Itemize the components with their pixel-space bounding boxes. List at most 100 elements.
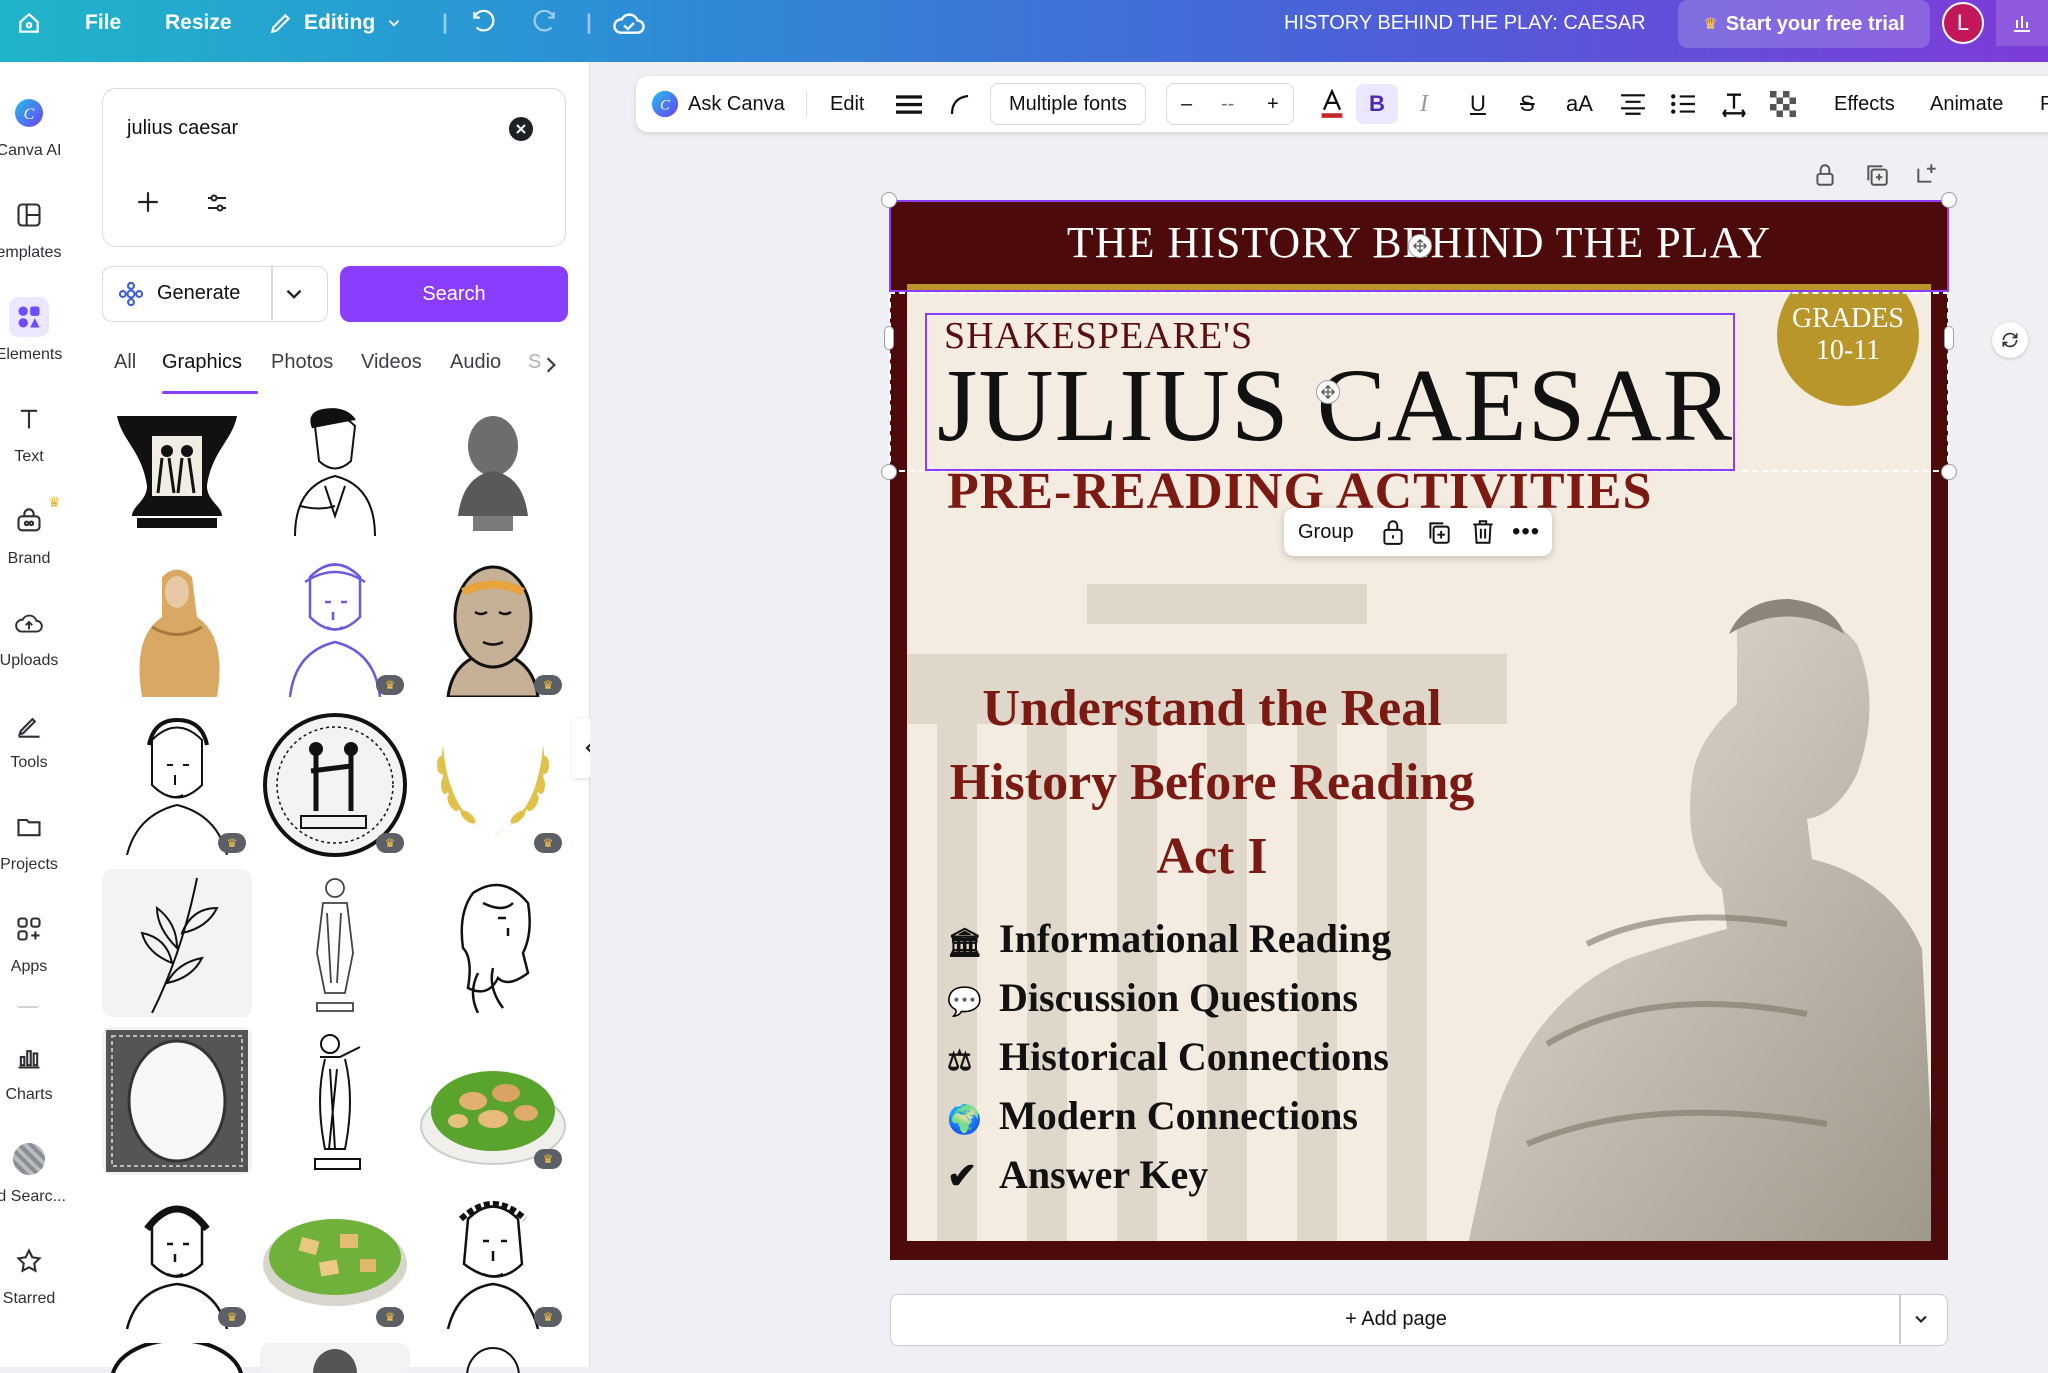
font-family-dropdown[interactable]: Multiple fonts	[990, 83, 1146, 125]
ask-canva-button[interactable]: C Ask Canva	[650, 76, 785, 132]
file-menu[interactable]: File	[85, 0, 121, 46]
graphic-head-partial[interactable]	[260, 1343, 410, 1373]
chevron-down-icon[interactable]	[1911, 1309, 1931, 1329]
rail-item-canva-ai[interactable]: C Canva AI	[0, 96, 100, 186]
document-title[interactable]: HISTORY BEHIND THE PLAY: CAESAR	[1284, 0, 1646, 46]
graphic-bald-head[interactable]: ♛	[418, 553, 568, 701]
resize-handle[interactable]	[1941, 192, 1957, 208]
increase-size-button[interactable]: +	[1267, 84, 1279, 124]
group-button[interactable]: Group	[1298, 508, 1354, 556]
analytics-icon[interactable]	[1996, 0, 2048, 46]
avatar[interactable]: L	[1942, 2, 1984, 44]
graphic-branch-sketch[interactable]	[102, 869, 252, 1017]
graphic-coin-partial[interactable]	[102, 1343, 252, 1373]
lock-icon[interactable]	[1380, 518, 1406, 546]
duplicate-page-icon[interactable]	[1864, 162, 1890, 188]
chevron-right-icon[interactable]	[544, 356, 558, 374]
clear-search-icon[interactable]	[509, 117, 533, 141]
italic-button[interactable]: I	[1420, 76, 1428, 132]
text-color-icon[interactable]	[1318, 76, 1346, 132]
resize-handle[interactable]	[881, 464, 897, 480]
rail-item-templates[interactable]: emplates	[0, 198, 100, 288]
chevron-down-icon[interactable]	[281, 281, 307, 307]
graphic-gold-laurel[interactable]: ♛	[418, 711, 568, 859]
graphic-napoleon-portrait[interactable]	[260, 397, 410, 545]
resize-button[interactable]: Resize	[165, 0, 232, 46]
underline-button[interactable]: U	[1470, 76, 1486, 132]
font-size-input[interactable]: --	[1221, 84, 1234, 124]
more-options-icon[interactable]: •••	[1512, 508, 1540, 556]
refresh-icon[interactable]	[1992, 322, 2028, 358]
free-trial-button[interactable]: ♛ Start your free trial	[1678, 0, 1930, 48]
tab-photos[interactable]: Photos	[271, 351, 333, 374]
graphic-philosopher-head[interactable]	[418, 869, 568, 1017]
graphic-orator-statue[interactable]	[260, 1027, 410, 1175]
duplicate-icon[interactable]	[1426, 518, 1452, 546]
graphic-roman-emperor-outline[interactable]: ♛	[260, 553, 410, 701]
animate-button[interactable]: Animate	[1930, 76, 2003, 132]
trash-icon[interactable]	[1470, 518, 1496, 546]
graphic-augustus-sketch[interactable]: ♛	[102, 711, 252, 859]
tab-more[interactable]: S	[528, 351, 541, 374]
graphic-bust-partial[interactable]	[418, 1343, 568, 1373]
generate-button[interactable]: Generate	[103, 267, 271, 320]
activity-list[interactable]: 🏛 Informational Reading 💬 Discussion Quest…	[947, 912, 1391, 1203]
tab-videos[interactable]: Videos	[361, 351, 422, 374]
cloud-saved-icon[interactable]	[612, 0, 646, 46]
rail-item-tools[interactable]: Tools	[0, 708, 100, 798]
lock-icon[interactable]	[1812, 162, 1838, 188]
transparency-icon[interactable]	[1770, 76, 1796, 132]
graphic-roman-portrait-woman[interactable]: ♛	[102, 1185, 252, 1333]
graphic-ornate-frame[interactable]	[102, 1027, 252, 1175]
rail-item-brand[interactable]: ♛ Brand	[0, 494, 100, 594]
rail-item-text[interactable]: Text	[0, 402, 100, 492]
graphic-statue-sketch[interactable]	[260, 869, 410, 1017]
add-page-button[interactable]: + Add page	[891, 1295, 1901, 1344]
rail-item-elements[interactable]: Elements	[0, 297, 100, 390]
decrease-size-button[interactable]: –	[1181, 84, 1192, 124]
move-icon[interactable]	[1316, 380, 1340, 404]
resize-handle[interactable]	[881, 192, 897, 208]
add-icon[interactable]	[135, 189, 161, 215]
effects-button[interactable]: Effects	[1834, 76, 1895, 132]
curve-text-icon[interactable]	[948, 76, 972, 132]
undo-icon[interactable]	[468, 0, 498, 46]
add-page-icon[interactable]	[1914, 160, 1940, 186]
tagline[interactable]: Understand the Real History Before Readi…	[917, 672, 1507, 894]
graphic-roman-woman[interactable]	[102, 553, 252, 701]
rail-item-projects[interactable]: Projects	[0, 810, 100, 900]
side-handle[interactable]	[1944, 326, 1954, 350]
bullet-list-icon[interactable]	[1670, 76, 1696, 132]
rail-item-charts[interactable]: Charts	[0, 1040, 100, 1130]
editing-mode-dropdown[interactable]: Editing	[268, 0, 403, 46]
graphic-laurel-emperor[interactable]: ♛	[418, 1185, 568, 1333]
graphic-roman-bust[interactable]	[418, 397, 568, 545]
tab-all[interactable]: All	[114, 351, 136, 374]
home-icon[interactable]	[12, 0, 46, 46]
letter-case-button[interactable]: aA	[1566, 76, 1593, 132]
graphic-caesar-salad[interactable]: ♛	[418, 1027, 568, 1175]
rail-item-search-app[interactable]: rd Searc...	[0, 1142, 100, 1232]
position-button[interactable]: P	[2040, 76, 2048, 132]
rail-item-uploads[interactable]: Uploads	[0, 606, 100, 696]
rail-item-apps[interactable]: Apps	[0, 912, 100, 1002]
spacing-icon[interactable]	[1720, 76, 1748, 132]
search-input[interactable]: julius caesar	[127, 117, 238, 140]
bold-button[interactable]: B	[1356, 84, 1398, 124]
tab-audio[interactable]: Audio	[450, 351, 501, 374]
line-spacing-icon[interactable]	[896, 76, 922, 132]
search-button[interactable]: Search	[340, 266, 568, 322]
strikethrough-button[interactable]: S	[1520, 76, 1535, 132]
redo-icon[interactable]	[530, 0, 560, 46]
graphic-greek-vase[interactable]	[102, 397, 252, 545]
tab-graphics[interactable]: Graphics	[162, 351, 242, 374]
edit-button[interactable]: Edit	[830, 76, 864, 132]
graphic-ancient-coin[interactable]: ♛	[260, 711, 410, 859]
filter-icon[interactable]	[205, 191, 229, 215]
resize-handle[interactable]	[1941, 464, 1957, 480]
graphic-salad-bowl[interactable]: ♛	[260, 1185, 410, 1333]
rail-item-starred[interactable]: Starred	[0, 1244, 100, 1334]
move-icon[interactable]	[1408, 234, 1432, 258]
align-center-icon[interactable]	[1620, 76, 1646, 132]
side-handle[interactable]	[884, 326, 894, 350]
